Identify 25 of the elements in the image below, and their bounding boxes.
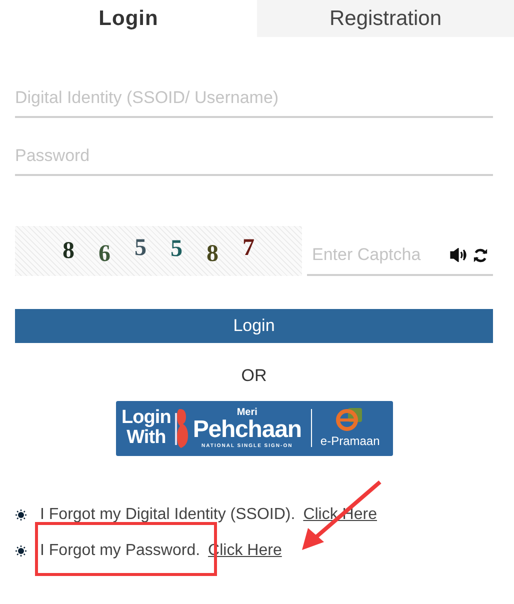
sun-icon xyxy=(15,544,27,556)
figure-icon xyxy=(174,407,189,449)
captcha-character: 8 xyxy=(62,239,74,263)
logo-text: Login xyxy=(122,408,171,428)
captcha-character: 5 xyxy=(134,236,146,260)
captcha-character: 6 xyxy=(98,242,110,266)
password-field[interactable]: Password xyxy=(15,138,493,176)
tab[interactable]: Registration xyxy=(257,0,514,37)
help-text: I Forgot my Password. xyxy=(40,540,200,560)
speaker-icon[interactable] xyxy=(450,248,468,262)
logo-text: Meri xyxy=(236,408,258,418)
captcha-character: 8 xyxy=(206,242,218,266)
help-text: I Forgot my Digital Identity (SSOID). xyxy=(40,504,296,524)
captcha-character: 7 xyxy=(242,236,254,260)
e-pramaan-logo-icon xyxy=(336,406,364,432)
or-separator: OR xyxy=(241,365,267,387)
logo-text: With xyxy=(126,428,167,448)
captcha-field[interactable]: Enter Captcha xyxy=(312,242,442,268)
captcha-character: 5 xyxy=(170,237,182,261)
refresh-icon[interactable] xyxy=(473,248,488,262)
username-field[interactable]: Digital Identity (SSOID/ Username) xyxy=(15,80,493,118)
sun-icon xyxy=(15,508,27,520)
logo-brand: Pehchaan xyxy=(192,418,302,442)
login-button[interactable]: Login xyxy=(15,309,493,343)
logo-text: e-Pramaan xyxy=(320,433,380,450)
